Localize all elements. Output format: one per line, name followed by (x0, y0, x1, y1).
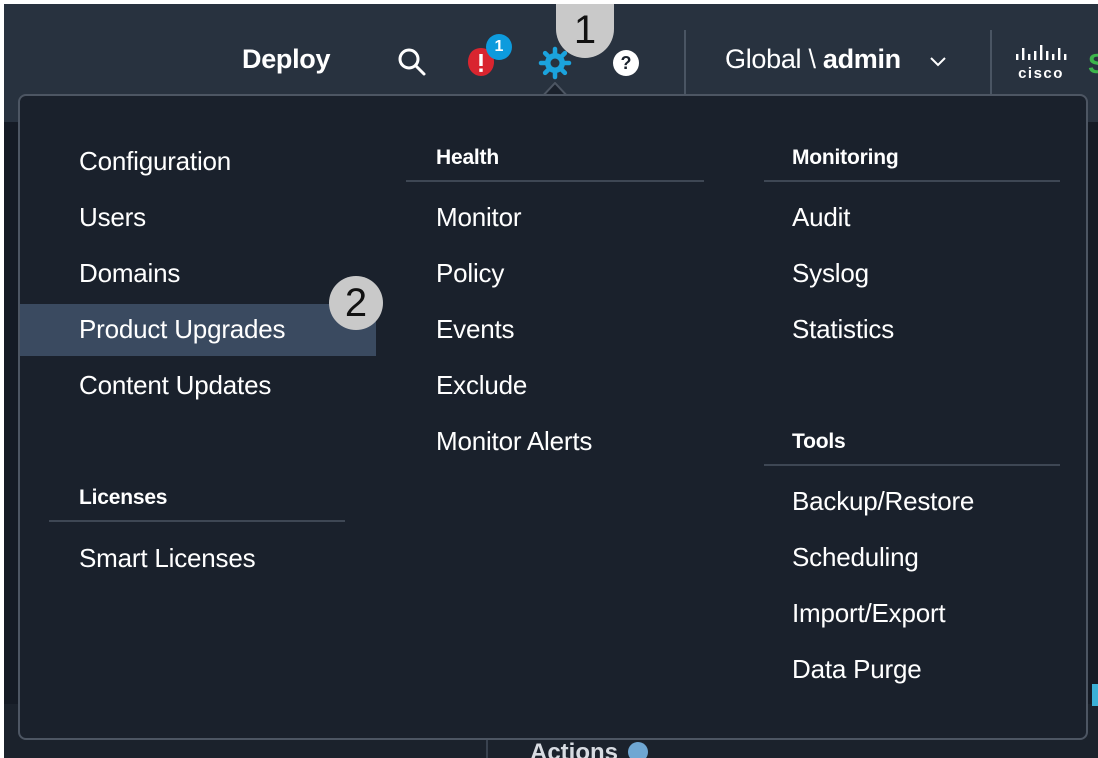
menu-item-configuration[interactable]: Configuration (79, 146, 231, 177)
section-divider (406, 180, 704, 182)
menu-item-statistics[interactable]: Statistics (792, 314, 894, 345)
menu-item-content-updates[interactable]: Content Updates (79, 370, 271, 401)
search-icon[interactable] (396, 46, 428, 78)
menu-item-monitor[interactable]: Monitor (436, 202, 521, 233)
menu-item-import-export[interactable]: Import/Export (792, 598, 946, 629)
menu-item-audit[interactable]: Audit (792, 202, 850, 233)
section-divider (764, 464, 1060, 466)
menu-item-monitor-alerts[interactable]: Monitor Alerts (436, 426, 592, 457)
menu-item-smart-licenses[interactable]: Smart Licenses (79, 543, 256, 574)
menu-item-data-purge[interactable]: Data Purge (792, 654, 922, 685)
product-name-edge: S (1088, 48, 1098, 79)
background-edge-marker (1092, 684, 1098, 706)
section-divider (49, 520, 345, 522)
toolbar-divider (684, 30, 686, 94)
help-icon[interactable]: ? (613, 50, 639, 76)
menu-item-scheduling[interactable]: Scheduling (792, 542, 919, 573)
toolbar-divider (990, 30, 992, 94)
system-settings-menu: Configuration Users Domains Product Upgr… (18, 94, 1088, 740)
screen: Deploy 1 ? Global \ admin cisco S Action… (4, 4, 1098, 758)
menu-item-domains[interactable]: Domains (79, 258, 180, 289)
alert-count-badge: 1 (486, 34, 512, 60)
menu-item-users[interactable]: Users (79, 202, 146, 233)
user-name: admin (822, 44, 901, 74)
menu-item-exclude[interactable]: Exclude (436, 370, 527, 401)
deploy-button[interactable]: Deploy (242, 44, 331, 75)
step-callout-2: 2 (329, 276, 383, 330)
section-heading-tools: Tools (792, 430, 846, 453)
actions-header: Actions (530, 739, 619, 758)
menu-item-backup-restore[interactable]: Backup/Restore (792, 486, 974, 517)
section-heading-monitoring: Monitoring (792, 146, 899, 169)
menu-item-syslog[interactable]: Syslog (792, 258, 869, 289)
menu-item-product-upgrades[interactable]: Product Upgrades (79, 314, 286, 345)
section-heading-licenses: Licenses (79, 486, 168, 509)
section-heading-health: Health (436, 146, 499, 169)
domain-user-selector[interactable]: Global \ admin (725, 44, 901, 75)
domain-label: Global \ (725, 44, 823, 74)
chevron-down-icon[interactable] (928, 54, 948, 68)
menu-item-events[interactable]: Events (436, 314, 514, 345)
cisco-logo: cisco (1016, 45, 1067, 82)
info-icon (628, 742, 648, 758)
cisco-wordmark: cisco (1018, 65, 1064, 82)
section-divider (764, 180, 1060, 182)
menu-item-policy[interactable]: Policy (436, 258, 504, 289)
